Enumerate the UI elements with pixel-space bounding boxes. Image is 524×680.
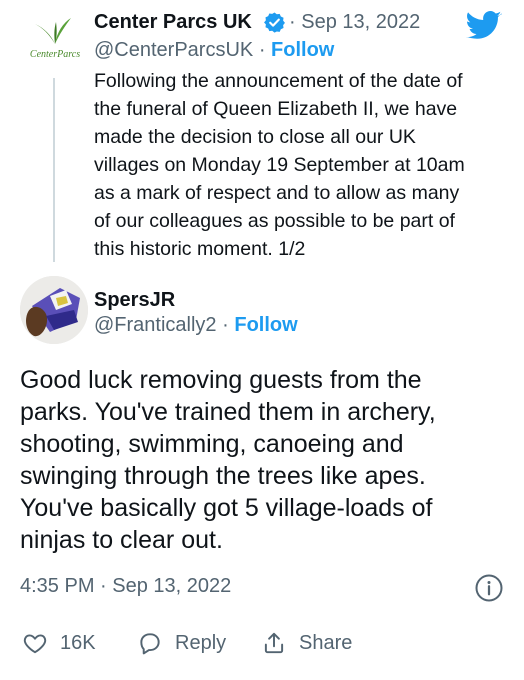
tweet-timestamp[interactable]: 4:35 PM · Sep 13, 2022 (20, 575, 231, 598)
quoted-author-name[interactable]: Center Parcs UK (94, 11, 252, 34)
like-count: 16K (60, 631, 96, 654)
follow-button[interactable]: Follow (234, 314, 297, 336)
verified-badge-icon (263, 11, 286, 34)
quoted-tweet-text: Following the announcement of the date o… (94, 70, 465, 260)
reply-tweet-text: Good luck removing guests from the parks… (20, 366, 436, 554)
quoted-handle-line: @CenterParcsUK · Follow (94, 39, 334, 62)
share-label: Share (299, 631, 353, 654)
quoted-date-text: Sep 13, 2022 (301, 11, 421, 33)
avatar[interactable] (20, 276, 88, 344)
reply-handle-line: @Frantically2 · Follow (94, 314, 298, 337)
heart-icon (23, 634, 47, 654)
center-parcs-logo: CenterParcs (22, 14, 88, 68)
logo-wordmark: CenterParcs (29, 49, 81, 60)
share-icon (264, 632, 284, 654)
separator-dot: · (289, 11, 296, 33)
share-button[interactable]: Share (261, 630, 352, 656)
reply-handle[interactable]: @Frantically2 (94, 314, 217, 336)
follow-button[interactable]: Follow (271, 39, 334, 61)
quoted-date[interactable]: · Sep 13, 2022 (289, 11, 420, 34)
quoted-handle[interactable]: @CenterParcsUK (94, 39, 253, 61)
reply-button[interactable]: Reply (137, 630, 226, 656)
separator-dot: · (258, 39, 266, 61)
separator-dot: · (222, 314, 229, 336)
reply-icon (140, 633, 160, 655)
info-icon[interactable] (474, 573, 504, 603)
like-button[interactable]: 16K (22, 630, 96, 656)
reply-author-name[interactable]: SpersJR (94, 289, 175, 312)
twitter-bird-icon[interactable] (465, 11, 502, 41)
thread-line (53, 78, 55, 262)
reply-label: Reply (175, 631, 227, 654)
